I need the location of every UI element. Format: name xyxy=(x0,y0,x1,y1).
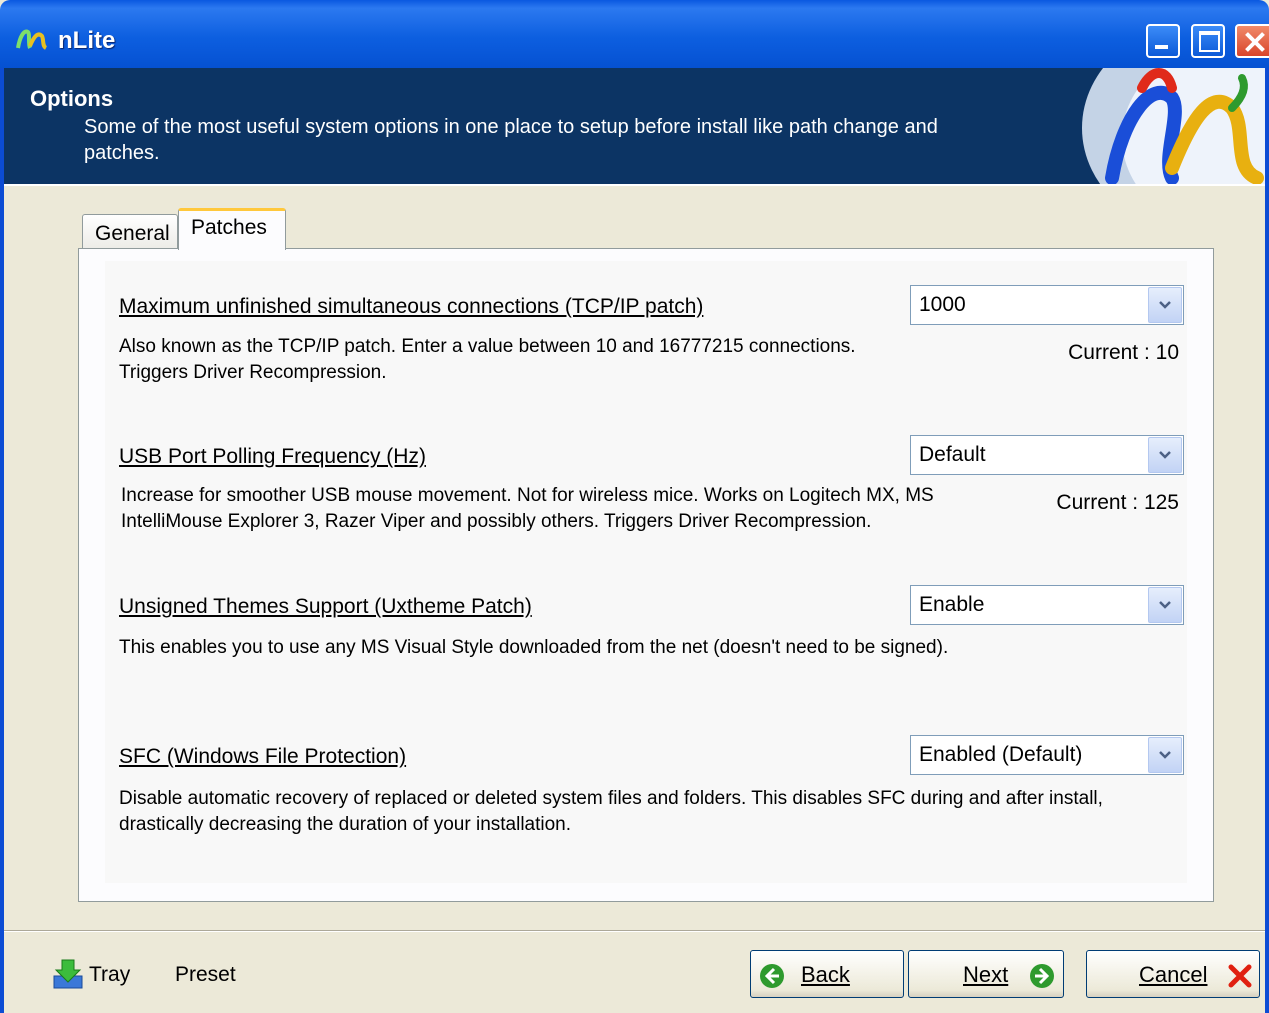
wizard-header: Options Some of the most useful system o… xyxy=(0,68,1269,184)
chevron-down-icon[interactable] xyxy=(1148,287,1182,323)
cancel-button[interactable]: Cancel xyxy=(1086,950,1260,998)
next-button[interactable]: Next xyxy=(908,950,1064,998)
nlite-header-logo-icon xyxy=(1082,68,1269,184)
usb-polling-value: Default xyxy=(919,443,986,466)
usb-current-value: Current : 125 xyxy=(1056,491,1179,514)
tcpip-patch-title[interactable]: Maximum unfinished simultaneous connecti… xyxy=(119,295,703,319)
sfc-title[interactable]: SFC (Windows File Protection) xyxy=(119,745,406,769)
tcpip-connections-combo[interactable]: 1000 xyxy=(910,285,1184,325)
window-frame-left xyxy=(0,68,4,1013)
sfc-value: Enabled (Default) xyxy=(919,743,1083,766)
maximize-button[interactable] xyxy=(1191,24,1225,58)
usb-polling-combo[interactable]: Default xyxy=(910,435,1184,475)
close-button[interactable] xyxy=(1235,24,1269,58)
sfc-combo[interactable]: Enabled (Default) xyxy=(910,735,1184,775)
chevron-down-icon[interactable] xyxy=(1148,737,1182,773)
sfc-description: Disable automatic recovery of replaced o… xyxy=(119,788,1103,835)
cancel-x-icon xyxy=(1228,964,1252,988)
uxtheme-combo[interactable]: Enable xyxy=(910,585,1184,625)
usb-polling-title[interactable]: USB Port Polling Frequency (Hz) xyxy=(119,445,426,469)
tcpip-connections-value: 1000 xyxy=(919,293,966,316)
page-title: Options xyxy=(30,86,114,111)
patches-panel: Maximum unfinished simultaneous connecti… xyxy=(78,248,1214,902)
uxtheme-value: Enable xyxy=(919,593,985,616)
title-bar[interactable]: nLite xyxy=(0,0,1269,68)
minimize-button[interactable] xyxy=(1146,24,1180,58)
chevron-down-icon[interactable] xyxy=(1148,587,1182,623)
page-description: Some of the most useful system options i… xyxy=(84,116,938,164)
tray-link[interactable]: Tray xyxy=(89,963,130,987)
nlite-logo-icon xyxy=(16,29,48,50)
options-area: Maximum unfinished simultaneous connecti… xyxy=(105,261,1187,883)
tcpip-current-value: Current : 10 xyxy=(1068,341,1179,364)
next-arrow-icon xyxy=(1030,964,1054,988)
usb-polling-description: Increase for smoother USB mouse movement… xyxy=(121,485,934,532)
tray-arrow-icon[interactable] xyxy=(52,958,84,990)
preset-link[interactable]: Preset xyxy=(175,963,236,987)
next-label: Next xyxy=(963,962,1009,987)
header-divider xyxy=(0,184,1269,186)
cancel-label: Cancel xyxy=(1139,962,1208,987)
chevron-down-icon[interactable] xyxy=(1148,437,1182,473)
uxtheme-patch-title[interactable]: Unsigned Themes Support (Uxtheme Patch) xyxy=(119,595,532,619)
back-button[interactable]: Back xyxy=(750,950,904,998)
window-title: nLite xyxy=(58,27,116,54)
window-frame-right xyxy=(1265,68,1269,1013)
uxtheme-patch-description: This enables you to use any MS Visual St… xyxy=(119,637,949,658)
back-label: Back xyxy=(801,962,850,987)
tab-patches[interactable]: Patches xyxy=(178,208,286,250)
nlite-window: nLite Options Some of the most useful sy… xyxy=(0,0,1269,1013)
tcpip-patch-description: Also known as the TCP/IP patch. Enter a … xyxy=(119,336,856,383)
back-arrow-icon xyxy=(760,964,784,988)
tab-general[interactable]: General xyxy=(82,214,178,250)
footer-divider-highlight xyxy=(0,931,1269,932)
